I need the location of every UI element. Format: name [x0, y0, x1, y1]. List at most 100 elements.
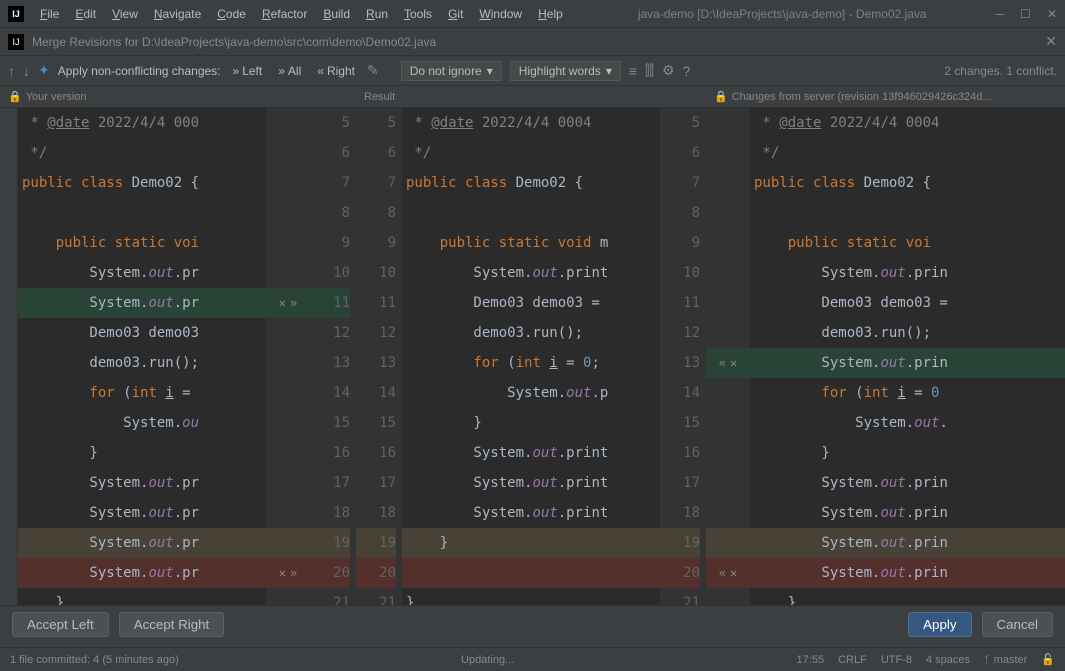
code-line[interactable]: * @date 2022/4/4 000	[18, 108, 266, 138]
accept-right-button[interactable]: Accept Right	[119, 612, 225, 637]
code-line[interactable]: }	[402, 528, 660, 558]
menu-edit[interactable]: Edit	[69, 5, 102, 23]
apply-all-button[interactable]: » All	[274, 63, 305, 79]
highlight-dropdown[interactable]: Highlight words ▾	[510, 61, 621, 81]
maximize-icon[interactable]: ☐	[1020, 7, 1031, 21]
menu-refactor[interactable]: Refactor	[256, 5, 313, 23]
code-line[interactable]: public static voi	[750, 228, 1065, 258]
merge-op-x[interactable]: ✕	[728, 558, 739, 588]
apply-button[interactable]: Apply	[908, 612, 971, 637]
merge-op-x[interactable]: ✕	[728, 348, 739, 378]
gutter-line: 10	[356, 258, 396, 288]
code-line[interactable]: public class Demo02 {	[402, 168, 660, 198]
code-line[interactable]: System.out.print	[402, 438, 660, 468]
next-diff-icon[interactable]: ↓	[23, 63, 30, 79]
cancel-button[interactable]: Cancel	[982, 612, 1054, 637]
close-icon[interactable]: ✕	[1047, 7, 1057, 21]
code-line[interactable]: System.out.prin	[750, 558, 1065, 588]
code-line[interactable]: System.out.p	[402, 378, 660, 408]
encoding[interactable]: UTF-8	[881, 654, 912, 666]
code-line[interactable]: demo03.run();	[18, 348, 266, 378]
code-line[interactable]	[18, 198, 266, 228]
merge-op-x[interactable]: ✕	[277, 288, 288, 318]
caret-position[interactable]: 17:55	[797, 654, 825, 666]
code-line[interactable]: System.out.prin	[750, 498, 1065, 528]
merge-op-x[interactable]: ✕	[277, 558, 288, 588]
code-line[interactable]: System.out.print	[402, 258, 660, 288]
menu-navigate[interactable]: Navigate	[148, 5, 207, 23]
code-line[interactable]: System.out.prin	[750, 468, 1065, 498]
merge-close-icon[interactable]: ✕	[1045, 33, 1057, 50]
code-line[interactable]: */	[750, 138, 1065, 168]
code-line[interactable]	[402, 198, 660, 228]
code-line[interactable]: System.out.pr	[18, 288, 266, 318]
gear-icon[interactable]: ⚙	[662, 62, 675, 79]
code-line[interactable]: for (int i = 0	[750, 378, 1065, 408]
menu-help[interactable]: Help	[532, 5, 569, 23]
settings1-icon[interactable]: ≡	[629, 63, 637, 79]
code-line[interactable]: System.out.pr	[18, 558, 266, 588]
gutter-line: 6	[356, 138, 396, 168]
menu-git[interactable]: Git	[442, 5, 469, 23]
code-line[interactable]: public class Demo02 {	[750, 168, 1065, 198]
sync-scroll-icon[interactable]: ⫿⫿	[645, 62, 654, 79]
ignore-dropdown[interactable]: Do not ignore ▾	[401, 61, 502, 81]
code-line[interactable]: Demo03 demo03 =	[402, 288, 660, 318]
code-line[interactable]: }	[18, 438, 266, 468]
line-separator[interactable]: CRLF	[838, 654, 867, 666]
code-line[interactable]: demo03.run();	[402, 318, 660, 348]
menu-run[interactable]: Run	[360, 5, 394, 23]
code-line[interactable]: * @date 2022/4/4 0004	[402, 108, 660, 138]
code-line[interactable]: System.out.pr	[18, 468, 266, 498]
prev-diff-icon[interactable]: ↑	[8, 63, 15, 79]
code-line[interactable]: demo03.run();	[750, 318, 1065, 348]
code-line[interactable]: System.out.print	[402, 498, 660, 528]
code-line[interactable]: Demo03 demo03 =	[750, 288, 1065, 318]
menu-file[interactable]: File	[34, 5, 65, 23]
code-line[interactable]: * @date 2022/4/4 0004	[750, 108, 1065, 138]
menu-view[interactable]: View	[106, 5, 144, 23]
code-line[interactable]: public static void m	[402, 228, 660, 258]
accept-left-button[interactable]: Accept Left	[12, 612, 109, 637]
minimize-icon[interactable]: ─	[996, 7, 1005, 21]
code-line[interactable]: System.out.pr	[18, 258, 266, 288]
menu-window[interactable]: Window	[473, 5, 528, 23]
code-line[interactable]: System.out.pr	[18, 528, 266, 558]
code-line[interactable]: System.out.prin	[750, 258, 1065, 288]
merge-op-ll[interactable]: «	[717, 558, 728, 588]
code-line[interactable]: for (int i = 0;	[402, 348, 660, 378]
menu-tools[interactable]: Tools	[398, 5, 438, 23]
indent[interactable]: 4 spaces	[926, 654, 970, 666]
lock-icon: 🔒	[714, 90, 728, 103]
menu-build[interactable]: Build	[317, 5, 356, 23]
code-line[interactable]: }	[402, 408, 660, 438]
code-line[interactable]	[750, 198, 1065, 228]
code-line[interactable]: public static voi	[18, 228, 266, 258]
gutter-line: 14	[356, 378, 396, 408]
lock-status-icon[interactable]: 🔓	[1041, 653, 1055, 666]
menu-code[interactable]: Code	[211, 5, 252, 23]
code-line[interactable]: public class Demo02 {	[18, 168, 266, 198]
git-branch[interactable]: ᚶ master	[984, 654, 1027, 666]
code-line[interactable]: */	[402, 138, 660, 168]
merge-op-rr[interactable]: »	[288, 288, 299, 318]
code-line[interactable]: for (int i =	[18, 378, 266, 408]
code-line[interactable]: Demo03 demo03	[18, 318, 266, 348]
left-tool-rail[interactable]	[0, 108, 18, 608]
merge-op-rr[interactable]: »	[288, 558, 299, 588]
code-line[interactable]	[402, 558, 660, 588]
code-line[interactable]: System.out.pr	[18, 498, 266, 528]
apply-left-button[interactable]: » Left	[229, 63, 267, 79]
highlight-icon[interactable]: ✎	[367, 62, 379, 79]
apply-right-button[interactable]: « Right	[313, 63, 359, 79]
magic-resolve-icon[interactable]: ✦	[38, 62, 50, 79]
code-line[interactable]: System.out.print	[402, 468, 660, 498]
merge-op-ll[interactable]: «	[717, 348, 728, 378]
code-line[interactable]: */	[18, 138, 266, 168]
code-line[interactable]: }	[750, 438, 1065, 468]
help-icon[interactable]: ?	[683, 63, 691, 79]
code-line[interactable]: System.out.prin	[750, 348, 1065, 378]
code-line[interactable]: System.ou	[18, 408, 266, 438]
code-line[interactable]: System.out.prin	[750, 528, 1065, 558]
code-line[interactable]: System.out.	[750, 408, 1065, 438]
